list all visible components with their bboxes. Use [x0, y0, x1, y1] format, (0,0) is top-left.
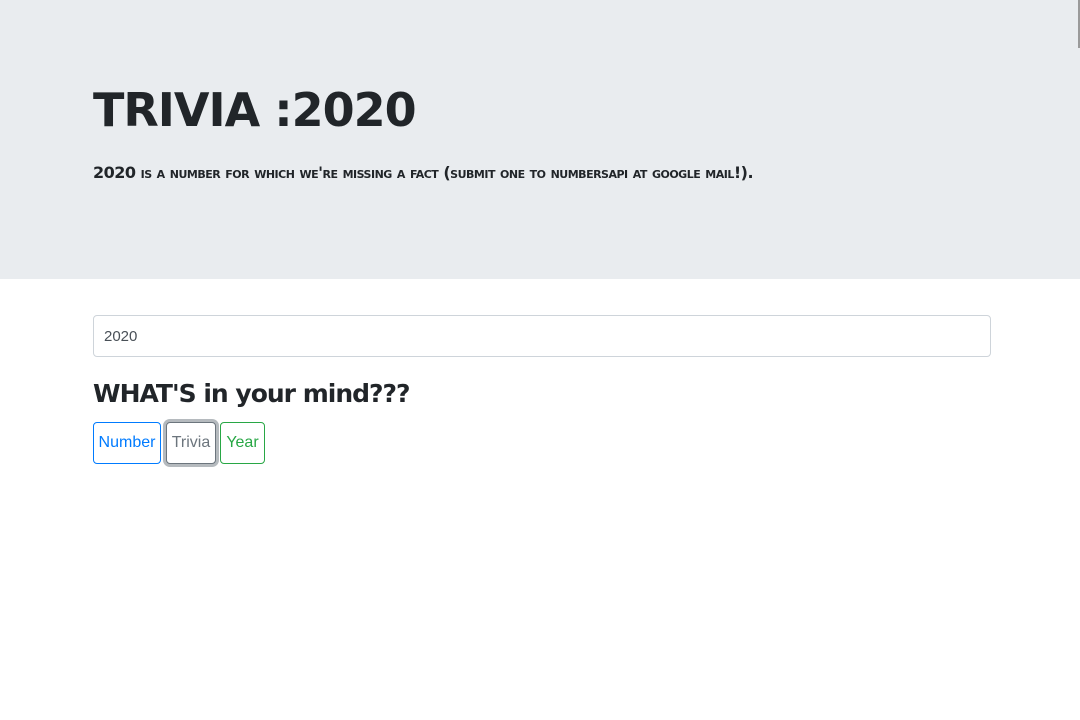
number-input[interactable]	[93, 315, 991, 357]
header-banner: TRIVIA :2020 2020 is a number for which …	[0, 0, 1080, 279]
year-button[interactable]: Year	[220, 422, 265, 464]
number-button[interactable]: Number	[93, 422, 161, 464]
trivia-button[interactable]: Trivia	[166, 422, 216, 464]
fact-text: 2020 is a number for which we're missing…	[93, 163, 754, 182]
page-title: TRIVIA :2020	[93, 83, 417, 137]
question-heading: WHAT'S in your mind???	[93, 379, 411, 408]
